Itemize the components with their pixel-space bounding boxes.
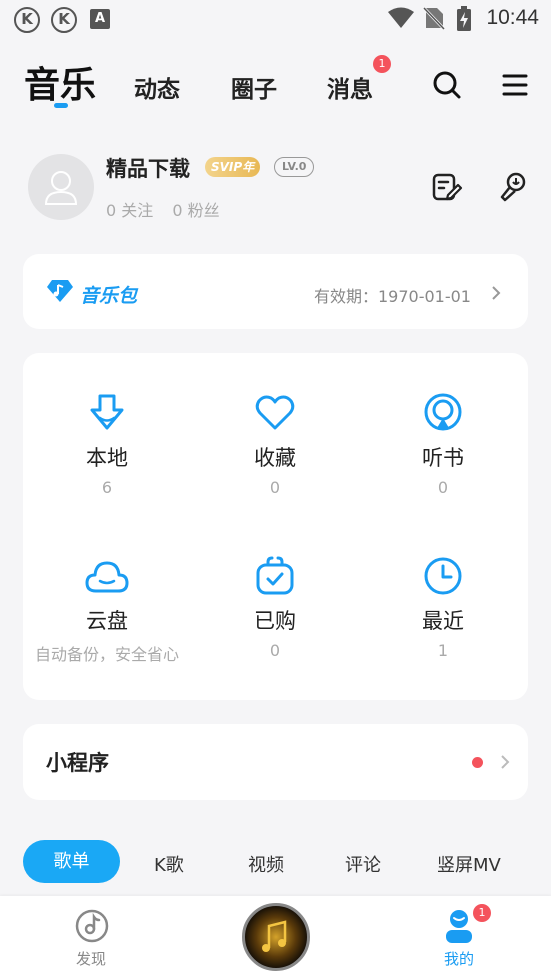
mini-programs-label: 小程序: [46, 751, 109, 775]
mine-badge: 1: [473, 904, 491, 922]
grid-label: 云盘: [86, 609, 128, 633]
top-header: 音乐 动态 圈子 消息 1: [0, 50, 551, 120]
grid-count: 1: [437, 641, 449, 660]
grid-count: 0: [269, 478, 281, 497]
status-bar: K K A 10:44: [0, 0, 551, 38]
follow-stats: 0 关注 0 粉丝: [106, 197, 234, 221]
grid-item-cloud[interactable]: 云盘 自动备份，安全省心: [23, 555, 191, 665]
purchased-bag-icon: [256, 556, 294, 595]
default-avatar-icon: [44, 171, 78, 205]
tab-playlists[interactable]: 歌单: [23, 840, 120, 883]
wifi-icon: [388, 7, 414, 28]
audiobook-icon: [424, 393, 462, 431]
grid-item-purchased[interactable]: 已购 0: [191, 555, 359, 660]
username[interactable]: 精品下载: [106, 153, 190, 183]
nav-mine-label[interactable]: 我的: [444, 948, 474, 969]
grid-item-audiobook[interactable]: 听书 0: [359, 392, 527, 497]
grid-item-local[interactable]: 本地 6: [23, 392, 191, 497]
grid-label: 收藏: [254, 446, 296, 470]
grid-count: 6: [101, 478, 113, 497]
k-app-notification-icon: K: [51, 7, 77, 33]
battery-charging-icon: [457, 6, 471, 31]
profile-person-icon[interactable]: [443, 908, 475, 944]
microphone-icon[interactable]: [498, 170, 530, 202]
heart-icon: [255, 395, 295, 430]
tab-circle[interactable]: 圈子: [231, 70, 277, 104]
following-count[interactable]: 0 关注: [106, 201, 153, 220]
a-notification-icon: A: [90, 9, 110, 29]
music-note-art-icon: [262, 920, 287, 952]
now-playing-disc[interactable]: [242, 903, 310, 971]
avatar[interactable]: [28, 154, 94, 220]
tab-messages[interactable]: 消息: [327, 70, 373, 104]
followers-count[interactable]: 0 粉丝: [172, 201, 219, 220]
diamond-icon: [47, 280, 73, 302]
grid-item-favorites[interactable]: 收藏 0: [191, 392, 359, 497]
tab-vertical-mv[interactable]: 竖屏MV: [437, 851, 501, 877]
tab-music[interactable]: 音乐: [24, 56, 96, 108]
grid-label: 最近: [422, 609, 464, 633]
music-pack-title[interactable]: 音乐包: [80, 281, 137, 308]
tab-comments[interactable]: 评论: [345, 851, 381, 877]
download-icon: [90, 394, 124, 430]
chevron-right-icon: [501, 755, 510, 769]
no-sim-icon: [423, 6, 445, 30]
grid-label: 已购: [254, 609, 296, 633]
chevron-right-icon: [492, 286, 501, 300]
menu-icon[interactable]: [502, 70, 528, 100]
search-icon[interactable]: [432, 70, 462, 100]
edit-icon[interactable]: [431, 171, 463, 203]
grid-count: 0: [437, 478, 449, 497]
grid-label: 听书: [422, 446, 464, 470]
grid-label: 本地: [86, 446, 128, 470]
tab-dynamic[interactable]: 动态: [134, 70, 180, 104]
level-badge[interactable]: LV.0: [274, 157, 315, 177]
messages-badge: 1: [373, 55, 391, 73]
grid-count: 自动备份，安全省心: [34, 645, 179, 664]
bottom-navigation: 发现 1 我的: [0, 896, 551, 979]
cloud-icon: [85, 561, 129, 593]
red-dot-indicator: [472, 757, 483, 768]
clock-icon: [424, 557, 462, 595]
tab-karaoke[interactable]: K歌: [154, 851, 184, 877]
discover-music-icon[interactable]: [74, 908, 110, 944]
status-time: 10:44: [486, 6, 539, 29]
tab-videos[interactable]: 视频: [248, 851, 284, 877]
svip-badge[interactable]: SVIP年: [205, 157, 261, 177]
active-tab-indicator: [54, 103, 68, 108]
grid-count: 0: [269, 641, 281, 660]
grid-item-recent[interactable]: 最近 1: [359, 555, 527, 660]
music-pack-validity: 有效期：1970-01-01: [314, 287, 471, 306]
nav-discover-label[interactable]: 发现: [76, 948, 106, 969]
k-app-notification-icon: K: [14, 7, 40, 33]
